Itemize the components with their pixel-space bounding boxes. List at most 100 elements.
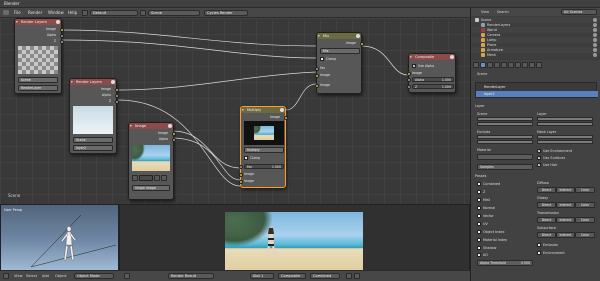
node-preview-icon[interactable] (355, 34, 360, 38)
scene-select[interactable]: Scene (18, 77, 58, 83)
fac-field[interactable]: Fac 1.000 (244, 164, 284, 169)
diffuse-indirect-toggle[interactable]: Indirect (556, 187, 575, 193)
material-index-checkbox[interactable] (477, 238, 481, 242)
use-alpha-checkbox[interactable] (412, 63, 416, 68)
outliner-row[interactable]: Mesh (471, 52, 600, 58)
image-node[interactable]: ▾ Image Image Alpha Single Image (128, 122, 176, 200)
clamp-checkbox[interactable] (244, 156, 248, 160)
output-socket[interactable] (114, 87, 119, 92)
z-field[interactable]: Z 1.000 (412, 84, 454, 89)
transmission-color-toggle[interactable]: Color (575, 217, 595, 223)
collapse-icon[interactable]: ▾ (318, 33, 320, 39)
node-preview-icon[interactable] (55, 20, 60, 24)
output-socket[interactable] (59, 39, 64, 44)
input-socket[interactable] (238, 164, 243, 169)
node-header[interactable]: ▾ Mix (317, 33, 361, 39)
input-socket[interactable] (406, 84, 411, 89)
menu-render[interactable]: Render (28, 10, 42, 15)
scene-icon[interactable] (140, 10, 146, 16)
collapse-icon[interactable]: ▾ (410, 54, 412, 60)
collapse-icon[interactable]: ▾ (71, 79, 73, 85)
display-channels-icon[interactable] (346, 273, 352, 279)
menu-search[interactable]: Search (497, 10, 509, 14)
menu-help[interactable]: Help (68, 10, 77, 15)
mask-layer-grid[interactable] (537, 135, 593, 145)
image-new-icon[interactable] (154, 175, 160, 181)
list-item[interactable]: layer2 (476, 91, 598, 97)
input-socket[interactable] (406, 71, 411, 76)
output-socket[interactable] (114, 99, 119, 104)
diffuse-color-toggle[interactable]: Color (575, 187, 595, 193)
menu-object[interactable]: Object (55, 274, 67, 278)
blend-mode-select[interactable]: Multiply (244, 147, 284, 153)
input-socket[interactable] (314, 66, 319, 71)
multiply-node[interactable]: ▾ Multiply Image Multiply Clamp Fac 1.000… (238, 106, 288, 188)
image-source-select[interactable]: Single Image (132, 185, 170, 191)
mode-select[interactable]: Object Mode (74, 273, 114, 279)
render-result-field[interactable]: Render Result (168, 273, 214, 279)
use-hair-checkbox[interactable] (537, 162, 541, 167)
properties-editor[interactable]: Scene RenderLayer layer2 Layer Scene Lay… (470, 60, 600, 281)
transmission-direct-toggle[interactable]: Direct (537, 217, 556, 223)
image-editor[interactable] (119, 204, 470, 274)
glossy-color-toggle[interactable]: Color (575, 202, 595, 208)
shadow-pass-checkbox[interactable] (477, 246, 481, 250)
layer-select[interactable]: layer2 (73, 145, 113, 151)
subsurface-indirect-toggle[interactable]: Indirect (556, 232, 575, 238)
alpha-icon[interactable] (354, 273, 360, 279)
output-socket[interactable] (59, 27, 64, 32)
node-preview-icon[interactable] (110, 80, 115, 84)
input-socket[interactable] (238, 172, 243, 177)
scene-layer-grid[interactable] (477, 117, 533, 127)
scene-tab-icon[interactable] (487, 62, 493, 68)
passes-panel-header[interactable]: Passes (475, 174, 486, 178)
mist-pass-checkbox[interactable] (477, 198, 481, 202)
uv-pass-checkbox[interactable] (477, 222, 481, 226)
layer-panel-header[interactable]: Layer (475, 104, 484, 108)
environment-pass-checkbox[interactable] (537, 251, 541, 255)
ao-pass-checkbox[interactable] (477, 253, 481, 257)
render-engine-select[interactable]: Cycles Render (204, 10, 248, 16)
menu-select[interactable]: Select (26, 274, 37, 278)
menu-window[interactable]: Window (48, 10, 64, 15)
output-socket[interactable] (171, 131, 176, 136)
image-open-icon[interactable] (161, 175, 167, 181)
input-socket[interactable] (406, 77, 411, 82)
render-layers-node-2[interactable]: ▾ Render Layers Image Alpha Z Scene laye… (69, 78, 119, 154)
material-override-field[interactable] (477, 154, 533, 160)
input-socket[interactable] (314, 73, 319, 78)
alpha-field[interactable]: Alpha 1.000 (412, 77, 454, 82)
menu-file[interactable]: File (14, 10, 21, 15)
menu-add[interactable]: Add (42, 274, 49, 278)
composite-node[interactable]: ▾ Composite Use Alpha Image Alpha1.000 Z… (406, 53, 456, 93)
alpha-threshold-field[interactable]: Alpha Threshold 0.500 (477, 260, 533, 266)
scene-select[interactable]: Scene (73, 137, 113, 143)
image-editor-type-icon[interactable] (124, 273, 130, 279)
input-socket[interactable] (238, 179, 243, 184)
node-preview-icon[interactable] (167, 124, 172, 128)
menu-view[interactable]: View (14, 274, 23, 278)
data-tab-icon[interactable] (522, 62, 528, 68)
editor-type-icon[interactable] (3, 273, 9, 279)
emission-pass-checkbox[interactable] (537, 243, 541, 247)
node-header[interactable]: ▾ Render Layers (70, 79, 116, 85)
node-preview-icon[interactable] (279, 108, 284, 112)
layer-select[interactable]: RenderLayer (18, 85, 58, 91)
render-tab-icon[interactable] (473, 62, 479, 68)
layout-field[interactable]: Default (90, 10, 138, 16)
node-editor[interactable]: ▾ Render Layers Image Alpha Z Scene Rend… (0, 18, 470, 204)
node-header[interactable]: ▾ Multiply (241, 107, 285, 113)
output-socket[interactable] (171, 137, 176, 142)
object-index-checkbox[interactable] (477, 230, 481, 234)
subsurface-direct-toggle[interactable]: Direct (537, 232, 556, 238)
use-environment-checkbox[interactable] (537, 148, 541, 153)
subsurface-color-toggle[interactable]: Color (575, 232, 595, 238)
z-pass-checkbox[interactable] (477, 190, 481, 194)
use-surfaces-checkbox[interactable] (537, 155, 541, 160)
pass-select[interactable]: Combined (310, 273, 340, 279)
outliner-tree[interactable]: Scene RenderLayers World Camera Lamp Pla… (471, 17, 600, 60)
display-mode-select[interactable]: All Scenes (561, 9, 597, 15)
node-header[interactable]: ▾ Composite (409, 54, 455, 60)
editor-type-icon[interactable] (3, 10, 9, 15)
normal-pass-checkbox[interactable] (477, 206, 481, 210)
